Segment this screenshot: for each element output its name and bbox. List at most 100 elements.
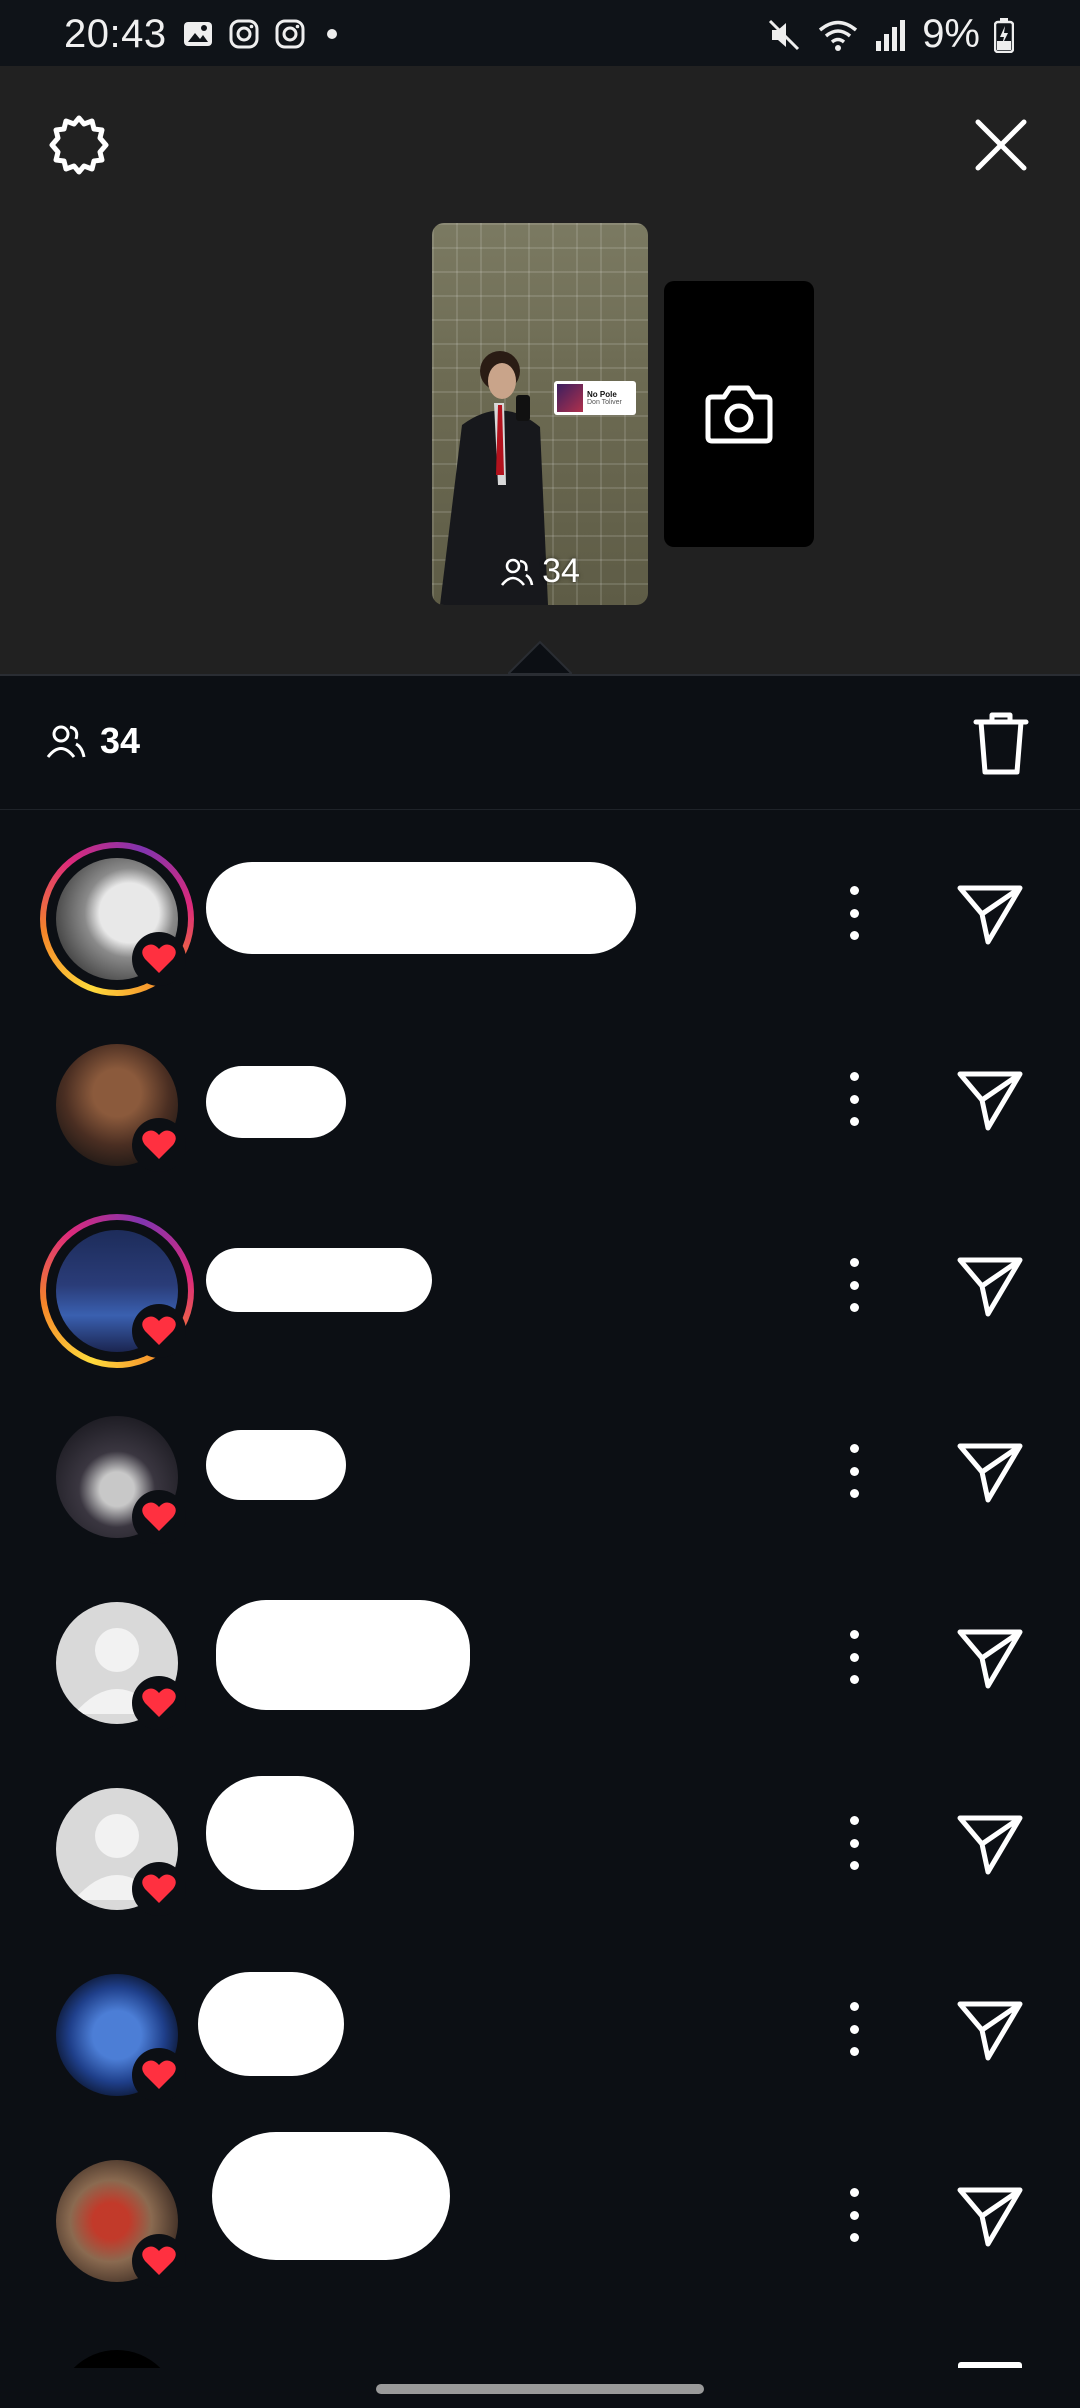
like-badge bbox=[132, 1490, 186, 1544]
more-options-button[interactable] bbox=[836, 1066, 872, 1132]
viewer-row[interactable] bbox=[0, 810, 1080, 996]
status-time: 20:43 bbox=[64, 12, 167, 56]
like-badge bbox=[132, 2234, 186, 2288]
mute-icon bbox=[769, 19, 800, 50]
more-icon bbox=[849, 1444, 859, 1453]
settings-button[interactable] bbox=[44, 110, 114, 180]
album-art bbox=[557, 384, 583, 412]
viewer-row[interactable] bbox=[0, 2112, 1080, 2298]
redacted-username bbox=[216, 1600, 470, 1710]
send-button[interactable] bbox=[954, 1622, 1026, 1692]
send-icon bbox=[957, 1629, 1023, 1689]
send-icon bbox=[957, 1815, 1023, 1875]
add-story-button[interactable] bbox=[664, 281, 814, 547]
more-options-button[interactable] bbox=[836, 1438, 872, 1504]
redacted-username bbox=[206, 1248, 432, 1312]
more-options-button[interactable] bbox=[836, 1996, 872, 2062]
story-preview-area: No Pole Don Toliver 34 bbox=[0, 66, 1080, 674]
close-button[interactable] bbox=[966, 110, 1036, 180]
system-icons: 9% bbox=[766, 12, 1014, 57]
more-options-button[interactable] bbox=[836, 1810, 872, 1876]
avatar[interactable] bbox=[40, 1214, 194, 1368]
send-button[interactable] bbox=[954, 2180, 1026, 2250]
instagram-icon bbox=[229, 19, 259, 49]
heart-icon bbox=[142, 1130, 176, 1159]
heart-icon bbox=[142, 1316, 176, 1345]
more-options-button[interactable] bbox=[836, 1252, 872, 1318]
gesture-navigation-bar[interactable] bbox=[376, 2384, 704, 2394]
avatar[interactable] bbox=[40, 842, 194, 996]
battery-percent: 9% bbox=[922, 12, 980, 56]
viewer-row[interactable] bbox=[0, 1740, 1080, 1926]
selection-pointer bbox=[508, 640, 572, 674]
delete-story-button[interactable] bbox=[966, 708, 1036, 778]
gear-icon bbox=[49, 115, 109, 175]
viewer-row[interactable] bbox=[0, 1554, 1080, 1740]
viewers-header: 34 bbox=[0, 676, 1080, 810]
send-button[interactable] bbox=[954, 1250, 1026, 1320]
viewer-row[interactable] bbox=[0, 1926, 1080, 2112]
send-icon bbox=[957, 1443, 1023, 1503]
avatar[interactable] bbox=[40, 1400, 194, 1554]
send-button[interactable] bbox=[954, 878, 1026, 948]
viewer-row[interactable] bbox=[0, 996, 1080, 1182]
story-thumbnail[interactable]: No Pole Don Toliver 34 bbox=[432, 223, 648, 605]
wifi-icon bbox=[819, 20, 858, 51]
viewers-panel: 34 bbox=[0, 674, 1080, 2408]
music-sticker[interactable]: No Pole Don Toliver bbox=[554, 381, 636, 415]
notification-icons bbox=[182, 18, 344, 50]
more-icon bbox=[849, 2188, 859, 2197]
redacted-username bbox=[206, 1066, 346, 1138]
viewer-row[interactable] bbox=[0, 2298, 1080, 2368]
redacted-username bbox=[198, 1972, 344, 2076]
heart-icon bbox=[142, 944, 176, 973]
like-badge bbox=[132, 1304, 186, 1358]
more-options-button[interactable] bbox=[836, 2182, 872, 2248]
story-viewer-count: 34 bbox=[432, 552, 648, 591]
instagram-icon bbox=[275, 19, 305, 49]
avatar[interactable] bbox=[40, 1772, 194, 1926]
more-icon bbox=[849, 1816, 859, 1825]
more-icon bbox=[849, 1258, 859, 1267]
status-bar: 20:43 9% bbox=[0, 0, 1080, 66]
heart-icon bbox=[142, 1688, 176, 1717]
avatar[interactable] bbox=[40, 1586, 194, 1740]
more-icon bbox=[849, 2002, 859, 2011]
viewer-row[interactable] bbox=[0, 1182, 1080, 1368]
people-icon bbox=[46, 725, 86, 758]
send-button[interactable] bbox=[954, 1808, 1026, 1878]
send-button[interactable] bbox=[954, 1436, 1026, 1506]
like-badge bbox=[132, 1676, 186, 1730]
song-artist: Don Toliver bbox=[587, 398, 622, 406]
redacted-username bbox=[212, 2132, 450, 2260]
viewer-row[interactable] bbox=[0, 1368, 1080, 1554]
close-icon bbox=[975, 119, 1027, 171]
story-viewer-count-text: 34 bbox=[542, 552, 580, 590]
more-options-button[interactable] bbox=[836, 880, 872, 946]
send-button[interactable] bbox=[954, 1064, 1026, 1134]
send-button[interactable] bbox=[954, 1994, 1026, 2064]
more-icon bbox=[849, 1072, 859, 1081]
heart-icon bbox=[142, 2060, 176, 2089]
avatar[interactable] bbox=[40, 1028, 194, 1182]
dot-icon bbox=[327, 29, 337, 39]
signal-icon bbox=[876, 19, 906, 51]
song-title: No Pole bbox=[587, 389, 617, 399]
send-icon bbox=[957, 1071, 1023, 1131]
camera-icon bbox=[705, 385, 773, 444]
like-badge bbox=[132, 1118, 186, 1172]
send-icon[interactable] bbox=[958, 2362, 1022, 2368]
more-icon bbox=[849, 1630, 859, 1639]
avatar[interactable] bbox=[40, 2144, 194, 2298]
heart-icon bbox=[142, 2246, 176, 2275]
send-icon bbox=[957, 2001, 1023, 2061]
like-badge bbox=[132, 1862, 186, 1916]
redacted-username bbox=[206, 1776, 354, 1890]
redacted-username bbox=[206, 1430, 346, 1500]
trash-icon bbox=[973, 712, 1029, 775]
people-icon bbox=[501, 558, 534, 586]
like-badge bbox=[132, 2048, 186, 2102]
avatar[interactable] bbox=[40, 1958, 194, 2112]
more-options-button[interactable] bbox=[836, 1624, 872, 1690]
avatar[interactable] bbox=[56, 2350, 178, 2368]
